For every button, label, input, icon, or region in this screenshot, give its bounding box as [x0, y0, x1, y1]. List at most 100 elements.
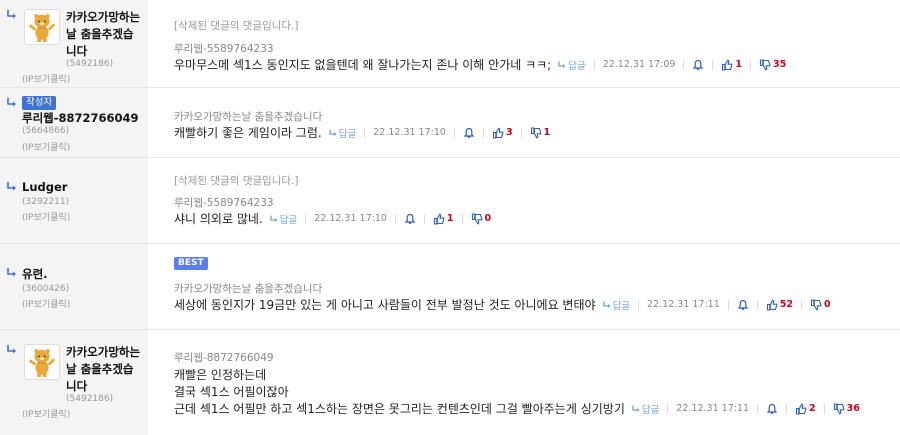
upvote-button[interactable]: 52 — [766, 299, 793, 311]
comment-content: 카카오가망하는날 춤을추겠습니다 캐빨하기 좋은 게임이라 그럼. 답글 22.… — [148, 88, 900, 157]
upvote-count: 3 — [505, 127, 513, 138]
downvote-count: 35 — [773, 59, 787, 70]
comment-text-line: 캐빨은 인정하는데 — [174, 368, 267, 382]
bell-icon — [737, 299, 749, 311]
downvote-count: 0 — [823, 299, 831, 310]
divider — [727, 299, 729, 310]
comment-body: 샤니 의외로 많네. 답글 22.12.31 17:10 1 0 — [174, 210, 491, 227]
thumbs-up-icon — [795, 403, 807, 415]
downvote-button[interactable]: 1 — [530, 127, 550, 139]
upvote-button[interactable]: 1 — [721, 59, 742, 71]
author-nickname[interactable]: 카카오가망하는 날 춤을추겠습 니다 — [66, 344, 140, 395]
divider — [786, 403, 788, 414]
thumbs-down-icon — [759, 59, 771, 71]
reply-target[interactable]: 루리웹-5589764233 — [174, 41, 274, 56]
upvote-count: 1 — [446, 213, 454, 224]
comment-row: 카카오가망하는 날 춤을추겠습 니다 (5492186) (IP보기클릭) [삭… — [0, 0, 900, 88]
comment-body: 캐빨하기 좋은 게임이라 그럼. 답글 22.12.31 17:10 3 1 — [174, 124, 550, 141]
reply-arrow-icon — [6, 267, 18, 279]
bell-icon — [766, 403, 778, 415]
downvote-button[interactable]: 35 — [759, 59, 786, 71]
reply-arrow-icon — [6, 97, 18, 109]
reply-label: 답글 — [612, 300, 631, 312]
divider — [482, 127, 484, 138]
downvote-count: 36 — [846, 403, 860, 414]
ip-view-link[interactable]: (IP보기클릭) — [22, 140, 70, 153]
divider — [757, 403, 759, 414]
thumbs-up-icon — [492, 127, 504, 139]
comment-body: 근데 섹1스 어필만 하고 섹1스하는 장면은 못그리는 컨텐츠인데 그걸 빨아… — [174, 400, 860, 417]
comment-date: 22.12.31 17:09 — [602, 59, 676, 70]
comment-date: 22.12.31 17:10 — [373, 127, 446, 138]
thumbs-down-icon — [471, 213, 483, 225]
divider — [712, 59, 714, 70]
reply-label: 답글 — [568, 60, 586, 72]
reply-button[interactable]: 답글 — [557, 58, 586, 72]
ip-view-link[interactable]: (IP보기클릭) — [22, 407, 70, 420]
author-nickname[interactable]: Ludger — [22, 179, 67, 196]
comment-text-line: 결국 섹1스 어필이잖아 — [174, 385, 289, 399]
comment-content: BEST 카카오가망하는날 춤을추겠습니다 세상에 동인지가 19금만 있는 게… — [148, 244, 900, 329]
comment-date: 22.12.31 17:11 — [647, 299, 720, 310]
avatar[interactable] — [24, 344, 60, 380]
reply-target[interactable]: 카카오가망하는날 춤을추겠습니다 — [174, 281, 322, 296]
reply-button[interactable]: 답글 — [631, 402, 659, 416]
downvote-button[interactable]: 0 — [471, 213, 491, 225]
report-button[interactable] — [692, 59, 704, 71]
comment-text: 세상에 동인지가 19금만 있는 게 아니고 사람들이 전부 발정난 것도 아니… — [174, 298, 596, 312]
report-button[interactable] — [737, 299, 749, 311]
reply-target[interactable]: 루리웹-8872766049 — [174, 350, 274, 365]
reply-target[interactable]: 카카오가망하는날 춤을추겠습니다 — [174, 109, 322, 124]
reply-arrow-icon — [6, 181, 18, 193]
author-uid: (3600426) — [22, 284, 70, 294]
comment-row: 작성자 루리웹-8872766049 (5664866) (IP보기클릭) 카카… — [0, 88, 900, 158]
comment-body: 세상에 동인지가 19금만 있는 게 아니고 사람들이 전부 발정난 것도 아니… — [174, 296, 831, 313]
divider — [423, 213, 425, 224]
upvote-button[interactable]: 3 — [492, 127, 513, 139]
report-button[interactable] — [766, 403, 778, 415]
reply-target[interactable]: 루리웹-5589764233 — [174, 195, 274, 210]
reply-button[interactable]: 답글 — [269, 212, 297, 226]
author-uid: (3292211) — [22, 197, 70, 207]
author-nickname[interactable]: 카카오가망하는 날 춤을추겠습 니다 — [66, 9, 140, 60]
reply-small-icon — [557, 60, 567, 70]
divider — [638, 299, 640, 310]
avatar[interactable] — [24, 9, 60, 45]
downvote-button[interactable]: 0 — [810, 299, 831, 311]
ip-view-link[interactable]: (IP보기클릭) — [22, 210, 70, 223]
reply-small-icon — [631, 404, 641, 414]
report-button[interactable] — [463, 127, 475, 139]
comment-list: 카카오가망하는 날 춤을추겠습 니다 (5492186) (IP보기클릭) [삭… — [0, 0, 900, 435]
upvote-button[interactable]: 1 — [433, 213, 454, 225]
report-button[interactable] — [404, 213, 416, 225]
bell-icon — [404, 213, 416, 225]
author-nickname[interactable]: 유련. — [22, 266, 48, 283]
comment-meta: 답글 22.12.31 17:11 52 0 — [602, 298, 831, 312]
upvote-count: 52 — [779, 299, 793, 310]
reply-small-icon — [328, 128, 338, 138]
divider — [453, 127, 455, 138]
comment-text: 캐빨하기 좋은 게임이라 그럼. — [174, 126, 322, 140]
ip-view-link[interactable]: (IP보기클릭) — [22, 72, 70, 85]
upvote-button[interactable]: 2 — [795, 403, 816, 415]
author-uid: (5492186) — [66, 394, 114, 404]
divider — [461, 213, 463, 224]
comment-author-panel: 카카오가망하는 날 춤을추겠습 니다 (5492186) (IP보기클릭) — [0, 0, 148, 87]
author-nickname[interactable]: 루리웹-8872766049 — [22, 110, 139, 127]
author-uid: (5664866) — [22, 126, 70, 136]
divider — [800, 299, 802, 310]
divider — [683, 59, 685, 70]
reply-button[interactable]: 답글 — [602, 298, 630, 312]
author-uid: (5492186) — [66, 59, 114, 69]
downvote-button[interactable]: 36 — [833, 403, 860, 415]
comment-content: [삭제된 댓글의 댓글입니다.] 루리웹-5589764233 샤니 의외로 많… — [148, 158, 900, 243]
deleted-parent-notice: [삭제된 댓글의 댓글입니다.] — [174, 175, 299, 187]
ip-view-link[interactable]: (IP보기클릭) — [22, 297, 70, 310]
divider — [667, 403, 669, 414]
thumbs-up-icon — [433, 213, 445, 225]
reply-button[interactable]: 답글 — [328, 126, 356, 140]
divider — [823, 403, 825, 414]
reply-arrow-icon — [6, 344, 18, 356]
comment-content: 루리웹-8872766049 캐빨은 인정하는데 결국 섹1스 어필이잖아 근데… — [148, 330, 900, 435]
comment-author-panel: 카카오가망하는 날 춤을추겠습 니다 (5492186) (IP보기클릭) — [0, 330, 148, 435]
